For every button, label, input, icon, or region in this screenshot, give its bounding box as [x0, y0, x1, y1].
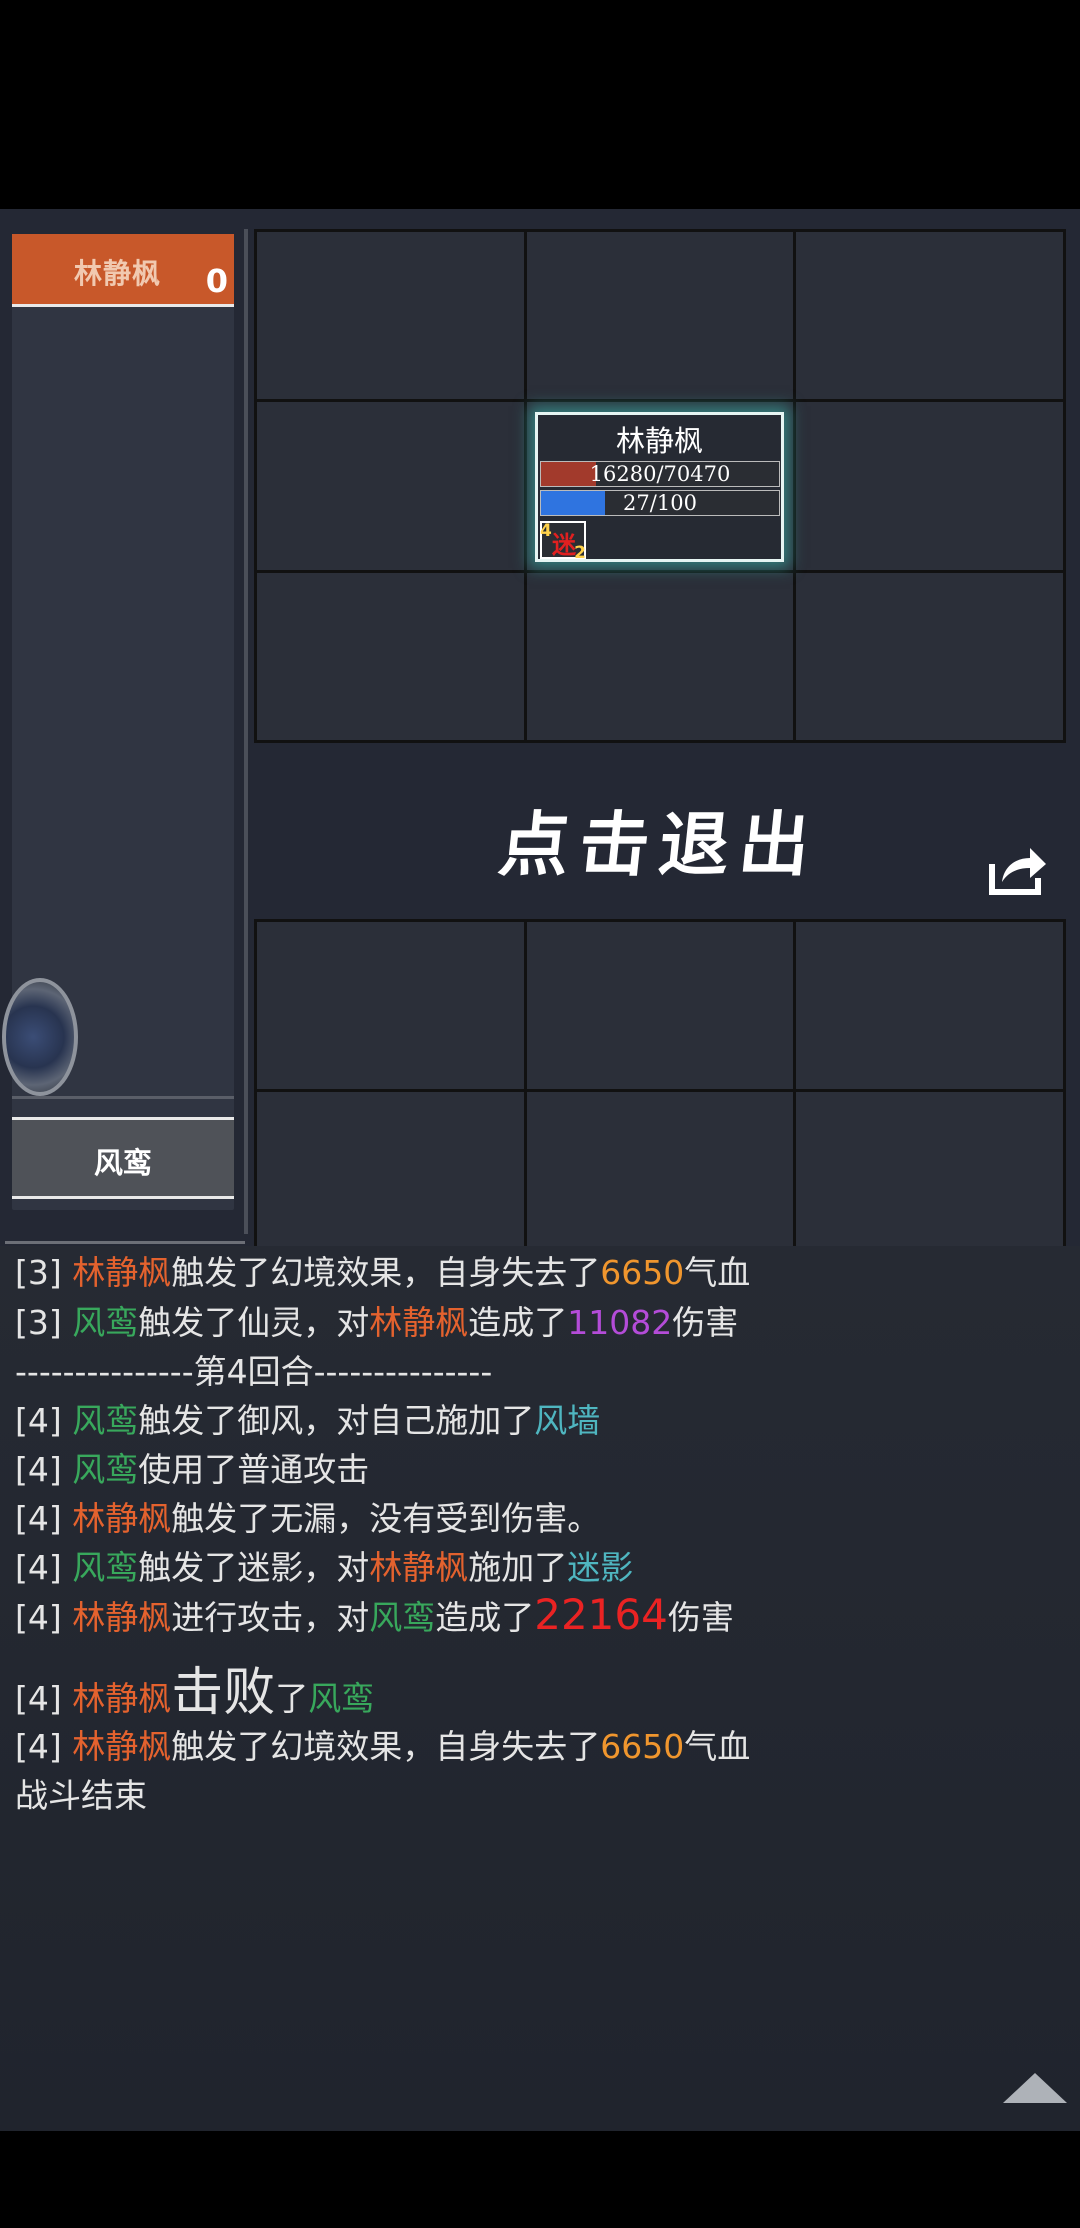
log-player-name: 林静枫	[72, 1679, 172, 1718]
log-opponent-name: 风鸾	[72, 1450, 139, 1489]
hp-text: 16280/70470	[589, 462, 731, 486]
log-text: 气血	[684, 1727, 751, 1766]
grid-cell	[796, 402, 1063, 570]
divider	[12, 1096, 234, 1099]
log-text: 伤害	[667, 1598, 734, 1637]
share-icon[interactable]	[986, 842, 1050, 898]
log-text: 进行攻击，对	[171, 1598, 370, 1637]
log-text: 触发了仙灵，对	[138, 1303, 370, 1342]
log-text: 伤害	[672, 1303, 739, 1342]
log-opponent-name: 风鸾	[72, 1303, 139, 1342]
team-panel: 林静枫 0 风鸾	[2, 234, 234, 1210]
log-round: [3]	[15, 1253, 73, 1292]
log-player-name: 林静枫	[72, 1598, 172, 1637]
log-text: 触发了迷影，对	[138, 1548, 370, 1587]
log-defeat-text: 击败	[171, 1663, 276, 1723]
grid-cell	[796, 922, 1063, 1090]
player-name: 林静枫	[74, 257, 162, 290]
grid-cell	[526, 572, 794, 740]
log-opponent-name: 风鸾	[369, 1598, 436, 1637]
log-round: [4]	[15, 1499, 73, 1538]
log-text: 触发了幻境效果，自身失去了	[171, 1727, 601, 1766]
log-line: [4] 风鸾触发了迷影，对林静枫施加了迷影	[15, 1541, 633, 1589]
log-text: 造成了	[435, 1598, 535, 1637]
unit-name: 林静枫	[615, 424, 703, 458]
log-text: 施加了	[468, 1548, 568, 1587]
log-opponent-name: 风鸾	[72, 1548, 139, 1587]
unit-card[interactable]: 林静枫 16280/70470 27/100 4 迷 2	[535, 412, 784, 563]
log-line: [4] 林静枫进行攻击，对风鸾造成了22164伤害	[15, 1590, 734, 1639]
opponent-avatar	[2, 978, 78, 1096]
log-player-name: 林静枫	[369, 1303, 469, 1342]
status-turns: 2	[574, 543, 586, 563]
opponent-tab[interactable]: 风鸾	[12, 1117, 234, 1199]
log-round: [3]	[15, 1303, 73, 1342]
mp-text: 27/100	[623, 491, 697, 515]
grid-cell	[257, 572, 524, 740]
log-player-name: 林静枫	[72, 1727, 172, 1766]
grid-cell	[796, 572, 1063, 740]
log-line: [3] 风鸾触发了仙灵，对林静枫造成了11082伤害	[15, 1296, 738, 1344]
grid-cell	[526, 232, 794, 400]
log-line: [4] 林静枫击败了风鸾	[15, 1650, 374, 1725]
log-value: 6650	[600, 1253, 685, 1292]
player-header[interactable]: 林静枫 0	[12, 234, 234, 307]
log-text: 造成了	[468, 1303, 568, 1342]
log-round: [4]	[15, 1727, 73, 1766]
grid-cell	[257, 402, 524, 570]
log-round-separator: ---------------第4回合---------------	[15, 1352, 493, 1391]
log-player-name: 林静枫	[369, 1548, 469, 1587]
grid-cell	[526, 922, 794, 1090]
status-stacks: 4	[540, 521, 552, 541]
log-opponent-name: 风鸾	[72, 1401, 139, 1440]
log-round: [4]	[15, 1548, 73, 1587]
log-effect: 风墙	[534, 1401, 601, 1440]
log-text: 触发了幻境效果，自身失去了	[171, 1253, 601, 1292]
log-battle-end: 战斗结束	[15, 1776, 147, 1815]
divider	[244, 229, 248, 1234]
log-value: 6650	[600, 1727, 685, 1766]
log-text: 气血	[684, 1253, 751, 1292]
log-line: [4] 林静枫触发了无漏，没有受到伤害。	[15, 1492, 600, 1540]
log-line: [4] 风鸾使用了普通攻击	[15, 1443, 369, 1491]
log-effect: 迷影	[567, 1548, 634, 1587]
log-round: [4]	[15, 1679, 73, 1718]
log-line: [4] 风鸾触发了御风，对自己施加了风墙	[15, 1394, 600, 1442]
divider	[5, 1241, 245, 1244]
log-round: [4]	[15, 1598, 73, 1637]
grid-cell	[257, 1092, 524, 1260]
hp-bar: 16280/70470	[540, 461, 780, 487]
log-text: 触发了无漏，没有受到伤害。	[171, 1499, 601, 1538]
log-line: [3] 林静枫触发了幻境效果，自身失去了6650气血	[15, 1246, 750, 1294]
grid-cell	[257, 232, 524, 400]
battle-screen: 林静枫 0 风鸾 肆 x 1 林静枫 16280/70470 27	[0, 209, 1080, 2131]
log-text: 了	[275, 1679, 309, 1718]
grid-cell	[257, 922, 524, 1090]
grid-cell	[796, 1092, 1063, 1260]
log-line: [4] 林静枫触发了幻境效果，自身失去了6650气血	[15, 1720, 750, 1768]
log-opponent-name: 风鸾	[308, 1679, 375, 1718]
mp-bar: 27/100	[540, 490, 780, 516]
player-score: 0	[205, 262, 228, 300]
log-text: 使用了普通攻击	[138, 1450, 370, 1489]
status-label: 迷	[552, 531, 576, 559]
log-text: 触发了御风，对自己施加了	[138, 1401, 535, 1440]
battle-log[interactable]: [3] 林静枫触发了幻境效果，自身失去了6650气血 [3] 风鸾触发了仙灵，对…	[0, 1246, 1080, 2131]
grid-cell	[526, 1092, 794, 1260]
log-round: [4]	[15, 1401, 73, 1440]
exit-button[interactable]: 点击退出	[249, 789, 1072, 890]
log-round: [4]	[15, 1450, 73, 1489]
log-value: 22164	[534, 1590, 668, 1639]
confusion-status-icon[interactable]: 4 迷 2	[540, 521, 586, 563]
log-player-name: 林静枫	[72, 1499, 172, 1538]
triangle-up-icon[interactable]	[1003, 2073, 1067, 2103]
grid-cell	[796, 232, 1063, 400]
opponent-name: 风鸾	[93, 1146, 152, 1180]
log-player-name: 林静枫	[72, 1253, 172, 1292]
log-value: 11082	[567, 1303, 673, 1342]
